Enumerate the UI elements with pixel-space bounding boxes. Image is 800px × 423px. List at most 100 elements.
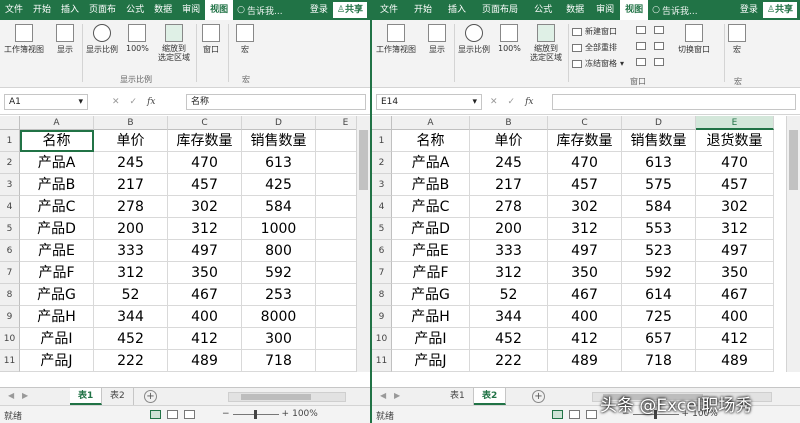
formula-input[interactable] (552, 94, 796, 110)
tab-formulas[interactable]: 公式 (121, 0, 149, 20)
row-header[interactable]: 3 (372, 174, 392, 196)
table-cell[interactable]: 412 (696, 328, 774, 350)
header-cell[interactable]: 名称 (392, 130, 470, 152)
column-header[interactable]: C (168, 116, 242, 130)
table-cell[interactable]: 产品J (20, 350, 94, 372)
table-cell[interactable]: 产品E (20, 240, 94, 262)
table-cell[interactable]: 333 (470, 240, 548, 262)
table-cell[interactable]: 467 (696, 284, 774, 306)
header-cell[interactable]: 单价 (94, 130, 168, 152)
row-header[interactable]: 2 (0, 152, 20, 174)
row-header[interactable]: 5 (372, 218, 392, 240)
table-cell[interactable]: 467 (548, 284, 622, 306)
table-cell[interactable]: 1000 (242, 218, 316, 240)
zoom-to-selection-button[interactable]: 缩放到 选定区域 (158, 24, 190, 62)
tab-data[interactable]: 数据 (149, 0, 177, 20)
table-cell[interactable]: 产品J (392, 350, 470, 372)
table-cell[interactable]: 302 (168, 196, 242, 218)
arrange-all-button[interactable]: 全部重排 (572, 42, 617, 53)
table-cell[interactable]: 产品D (20, 218, 94, 240)
horizontal-scrollbar[interactable] (228, 392, 346, 402)
add-sheet-icon[interactable]: + (144, 390, 157, 403)
table-cell[interactable]: 222 (470, 350, 548, 372)
view-side-by-side-button[interactable] (654, 26, 664, 34)
table-cell[interactable]: 725 (622, 306, 696, 328)
name-box[interactable]: A1 ▾ (4, 94, 88, 110)
table-cell[interactable]: 575 (622, 174, 696, 196)
row-header[interactable]: 11 (0, 350, 20, 372)
zoom-in-icon[interactable]: + (282, 409, 290, 419)
switch-windows-button[interactable]: 切换窗口 (678, 24, 710, 55)
table-cell[interactable]: 产品I (20, 328, 94, 350)
tab-file[interactable]: 文件 (0, 0, 28, 20)
row-header[interactable]: 9 (372, 306, 392, 328)
vertical-scrollbar[interactable] (786, 116, 800, 372)
cancel-icon[interactable]: ✕ (490, 94, 498, 110)
table-cell[interactable]: 497 (548, 240, 622, 262)
tell-me-box[interactable]: ○ 告诉我... (648, 4, 701, 17)
column-header[interactable]: B (94, 116, 168, 130)
table-cell[interactable]: 52 (470, 284, 548, 306)
table-cell[interactable]: 470 (696, 152, 774, 174)
table-cell[interactable]: 613 (622, 152, 696, 174)
share-button[interactable]: ♙共享 (762, 2, 797, 18)
column-header[interactable]: A (392, 116, 470, 130)
table-cell[interactable]: 217 (470, 174, 548, 196)
split-button[interactable] (636, 26, 646, 34)
add-sheet-icon[interactable]: + (532, 390, 545, 403)
table-cell[interactable]: 350 (696, 262, 774, 284)
header-cell[interactable]: 库存数量 (168, 130, 242, 152)
table-cell[interactable]: 470 (168, 152, 242, 174)
table-cell[interactable]: 523 (622, 240, 696, 262)
prev-sheet-icon[interactable]: ◀ (380, 391, 386, 400)
tell-me-box[interactable]: ○ 告诉我... (233, 4, 286, 17)
sheet-tab-2[interactable]: 表2 (102, 388, 134, 405)
table-cell[interactable]: 312 (168, 218, 242, 240)
formula-input[interactable]: 名称 (186, 94, 366, 110)
row-header[interactable]: 6 (372, 240, 392, 262)
table-cell[interactable]: 278 (470, 196, 548, 218)
workbook-views-button[interactable]: 工作簿视图 (4, 24, 44, 55)
column-header[interactable]: C (548, 116, 622, 130)
tab-insert[interactable]: 插入 (440, 0, 474, 20)
table-cell[interactable]: 467 (168, 284, 242, 306)
table-cell[interactable]: 470 (548, 152, 622, 174)
table-cell[interactable]: 产品D (392, 218, 470, 240)
table-cell[interactable]: 452 (94, 328, 168, 350)
header-cell[interactable]: 单价 (470, 130, 548, 152)
table-cell[interactable]: 产品G (20, 284, 94, 306)
show-button[interactable]: 显示 (428, 24, 446, 55)
header-cell[interactable]: 退货数量 (696, 130, 774, 152)
row-header[interactable]: 10 (0, 328, 20, 350)
header-cell[interactable]: 名称 (20, 130, 94, 152)
table-cell[interactable]: 584 (622, 196, 696, 218)
tab-file[interactable]: 文件 (372, 0, 406, 20)
table-cell[interactable]: 产品H (20, 306, 94, 328)
table-cell[interactable]: 457 (548, 174, 622, 196)
table-cell[interactable]: 350 (548, 262, 622, 284)
reset-position-button[interactable] (654, 58, 664, 66)
table-cell[interactable]: 489 (168, 350, 242, 372)
table-cell[interactable]: 产品I (392, 328, 470, 350)
enter-icon[interactable]: ✓ (508, 94, 516, 110)
function-icon[interactable]: fx (147, 94, 155, 110)
unhide-button[interactable] (636, 58, 646, 66)
table-cell[interactable]: 489 (696, 350, 774, 372)
header-cell[interactable]: 库存数量 (548, 130, 622, 152)
table-cell[interactable]: 344 (470, 306, 548, 328)
table-cell[interactable]: 产品F (20, 262, 94, 284)
zoom-slider[interactable]: − + 100% (222, 409, 318, 419)
table-cell[interactable]: 产品A (20, 152, 94, 174)
table-cell[interactable]: 产品B (392, 174, 470, 196)
page-layout-view-icon[interactable] (569, 410, 580, 419)
enter-icon[interactable]: ✓ (130, 94, 138, 110)
table-cell[interactable]: 425 (242, 174, 316, 196)
zoom-100-button[interactable]: 100% (498, 24, 521, 53)
macros-button[interactable]: 宏 (728, 24, 746, 55)
table-cell[interactable]: 产品C (20, 196, 94, 218)
tab-formulas[interactable]: 公式 (526, 0, 560, 20)
row-header[interactable]: 4 (372, 196, 392, 218)
table-cell[interactable]: 592 (622, 262, 696, 284)
table-cell[interactable]: 217 (94, 174, 168, 196)
sheet-tab-2[interactable]: 表2 (474, 388, 507, 405)
